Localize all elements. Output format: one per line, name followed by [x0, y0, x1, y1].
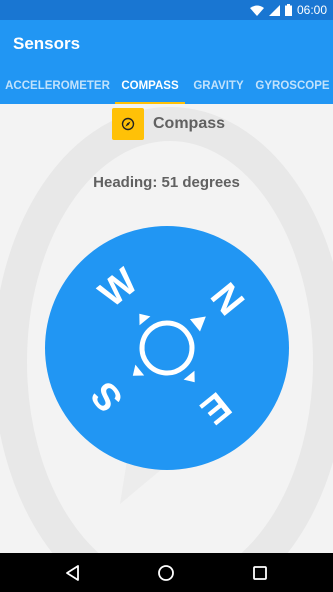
- app-bar: Sensors: [0, 20, 333, 68]
- home-button[interactable]: [155, 562, 177, 584]
- tab-gyroscope[interactable]: GYROSCOPE: [252, 68, 333, 104]
- system-nav-bar: [0, 553, 333, 592]
- tab-compass[interactable]: COMPASS: [115, 68, 185, 104]
- wifi-icon: [249, 5, 264, 16]
- compass-title: Compass: [153, 115, 226, 132]
- compass-dial: N E S W: [45, 226, 289, 470]
- tab-label: GYROSCOPE: [255, 80, 330, 92]
- recents-button[interactable]: [249, 562, 271, 584]
- status-time: 06:00: [296, 3, 327, 17]
- compass-icon: [112, 108, 144, 140]
- app-title: Sensors: [13, 34, 81, 53]
- compass-header: Compass: [112, 108, 225, 140]
- tab-accelerometer[interactable]: ACCELEROMETER: [0, 68, 115, 104]
- tab-bar: ACCELEROMETER COMPASS GRAVITY GYROSCOPE: [0, 68, 333, 104]
- tab-label: ACCELEROMETER: [5, 80, 110, 92]
- compass-content: Compass Heading: 51 degrees N E S W: [0, 104, 333, 553]
- tab-label: GRAVITY: [193, 80, 244, 92]
- tab-label: COMPASS: [121, 80, 179, 92]
- back-icon: [66, 565, 79, 581]
- tab-gravity[interactable]: GRAVITY: [185, 68, 252, 104]
- home-icon: [158, 565, 174, 581]
- recents-icon: [253, 566, 267, 580]
- back-button[interactable]: [62, 562, 84, 584]
- signal-icon: [268, 4, 280, 16]
- battery-icon: [284, 4, 292, 16]
- heading-readout: Heading: 51 degrees: [93, 174, 240, 191]
- status-bar: 06:00: [0, 0, 333, 20]
